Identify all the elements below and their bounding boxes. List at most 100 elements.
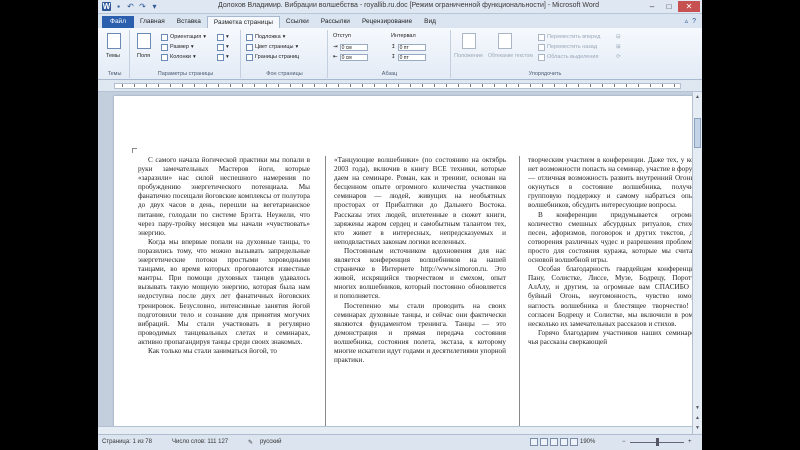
draft-icon[interactable]: [570, 438, 578, 446]
ruler-tick: [386, 84, 387, 87]
margins-button[interactable]: Поля: [137, 52, 150, 60]
themes-button[interactable]: Темы: [106, 52, 120, 60]
page-borders-button[interactable]: Границы страниц: [246, 53, 299, 61]
wrap-text-icon[interactable]: [498, 33, 512, 49]
line-numbers-icon[interactable]: ▾: [217, 43, 229, 51]
zoom-out-icon[interactable]: −: [622, 439, 626, 445]
scroll-down-icon[interactable]: ▼: [694, 404, 701, 412]
ruler-tick: [374, 84, 375, 87]
text-column-1[interactable]: С самого начала йогической практики мы п…: [138, 156, 310, 356]
view-buttons: [530, 438, 578, 446]
help-icon[interactable]: ?: [692, 16, 696, 28]
ruler-tick: [542, 84, 543, 87]
ruler-tick: [482, 84, 483, 87]
spacing-before-value[interactable]: 0 пт: [397, 43, 426, 51]
watermark-icon: [246, 33, 253, 41]
text-column-3[interactable]: творческим участием в конференции. Даже …: [528, 156, 692, 347]
size-label: Размер: [170, 44, 189, 50]
page-color-button[interactable]: Цвет страницы ▾: [246, 43, 298, 51]
ribbon: Темы Темы Поля Ориентация ▾ Размер ▾ Колон…: [98, 28, 702, 80]
indent-right-field[interactable]: ⇤ 0 см: [333, 53, 368, 61]
outline-icon[interactable]: [560, 438, 568, 446]
position-button[interactable]: Положение: [454, 52, 483, 60]
print-layout-icon[interactable]: [530, 438, 538, 446]
position-icon[interactable]: [462, 33, 476, 49]
ruler-tick: [290, 84, 291, 87]
word-logo-icon[interactable]: W: [102, 2, 111, 11]
group-icon[interactable]: ⊞: [616, 43, 621, 51]
selection-pane-label: Область выделения: [547, 54, 599, 60]
next-page-icon[interactable]: ▼: [694, 424, 701, 432]
horizontal-ruler[interactable]: [98, 80, 702, 92]
wrap-text-button[interactable]: Обтекание текстом: [488, 52, 533, 60]
tab-view[interactable]: Вид: [418, 16, 442, 28]
send-backward-button[interactable]: Переместить назад: [538, 43, 597, 51]
document-page[interactable]: С самого начала йогической практики мы п…: [114, 96, 692, 434]
orientation-button[interactable]: Ориентация ▾: [161, 33, 206, 41]
bring-forward-button[interactable]: Переместить вперед: [538, 33, 600, 41]
ruler-tick: [590, 84, 591, 87]
tab-references[interactable]: Ссылки: [280, 16, 315, 28]
undo-icon[interactable]: ↶: [126, 2, 135, 11]
scroll-up-icon[interactable]: ▲: [694, 93, 701, 101]
columns-label: Колонки: [170, 54, 191, 60]
document-area[interactable]: С самого начала йогической практики мы п…: [98, 92, 692, 434]
size-icon: [161, 43, 168, 51]
ruler-tick: [554, 84, 555, 87]
ruler-tick: [146, 84, 147, 87]
tab-review[interactable]: Рецензирование: [356, 16, 418, 28]
spacing-after-field[interactable]: ↧ 0 пт: [391, 53, 426, 61]
tab-mailings[interactable]: Рассылки: [315, 16, 356, 28]
indent-left-field[interactable]: ⇥ 0 см: [333, 43, 368, 51]
hyphenation-icon[interactable]: ▾: [217, 53, 229, 61]
align-icon[interactable]: ⊟: [616, 33, 621, 41]
watermark-button[interactable]: Подложка ▾: [246, 33, 285, 41]
ruler-tick: [518, 84, 519, 87]
margins-icon[interactable]: [137, 33, 151, 49]
ruler-tick: [314, 84, 315, 87]
indent-left-value[interactable]: 0 см: [339, 43, 368, 51]
ruler-tick: [254, 84, 255, 87]
close-button[interactable]: ✕: [678, 1, 700, 12]
zoom-in-icon[interactable]: +: [688, 439, 692, 445]
proofing-icon[interactable]: ✎: [248, 439, 253, 446]
zoom-slider-knob[interactable]: [656, 438, 659, 446]
breaks-icon[interactable]: ▾: [217, 33, 229, 41]
text-column-2[interactable]: «Танцующие волшебники» (по состоянию на …: [334, 156, 506, 365]
ruler-tick: [674, 84, 675, 87]
indent-right-value[interactable]: 0 см: [339, 53, 368, 61]
spacing-before-field[interactable]: ↥ 0 пт: [391, 43, 426, 51]
tab-home[interactable]: Главная: [134, 16, 171, 28]
rotate-icon[interactable]: ⟳: [616, 53, 621, 61]
ruler-tick: [362, 84, 363, 87]
full-screen-icon[interactable]: [540, 438, 548, 446]
maximize-button[interactable]: □: [661, 1, 677, 12]
prev-page-icon[interactable]: ▲: [694, 414, 701, 422]
horizontal-scrollbar[interactable]: [98, 426, 692, 434]
scroll-thumb[interactable]: [694, 118, 701, 148]
word-count[interactable]: Число слов: 111 127: [172, 439, 228, 445]
qat-dropdown-icon[interactable]: ▾: [150, 2, 159, 11]
tab-page-layout[interactable]: Разметка страницы: [206, 16, 280, 28]
web-layout-icon[interactable]: [550, 438, 558, 446]
size-button[interactable]: Размер ▾: [161, 43, 194, 51]
bring-forward-label: Переместить вперед: [547, 34, 601, 40]
themes-icon[interactable]: [107, 33, 121, 49]
zoom-level[interactable]: 190%: [580, 439, 595, 445]
vertical-scrollbar[interactable]: ▲ ▼ ▲ ▼: [692, 92, 702, 434]
ruler-tick: [302, 84, 303, 87]
ribbon-right-controls: ▵ ?: [685, 16, 702, 28]
status-bar: Страница: 1 из 78 Число слов: 111 127 ✎ …: [98, 434, 702, 450]
language[interactable]: русский: [260, 439, 282, 445]
page-count[interactable]: Страница: 1 из 78: [102, 439, 152, 445]
columns-button[interactable]: Колонки ▾: [161, 53, 196, 61]
spacing-after-value[interactable]: 0 пт: [397, 53, 426, 61]
minimize-ribbon-icon[interactable]: ▵: [685, 16, 689, 28]
minimize-button[interactable]: –: [644, 1, 660, 12]
selection-pane-button[interactable]: Область выделения: [538, 53, 598, 61]
window-controls: – □ ✕: [644, 1, 700, 12]
tab-insert[interactable]: Вставка: [171, 16, 207, 28]
redo-icon[interactable]: ↷: [138, 2, 147, 11]
save-icon[interactable]: ▪: [114, 2, 123, 11]
tab-file[interactable]: Файл: [102, 16, 134, 28]
